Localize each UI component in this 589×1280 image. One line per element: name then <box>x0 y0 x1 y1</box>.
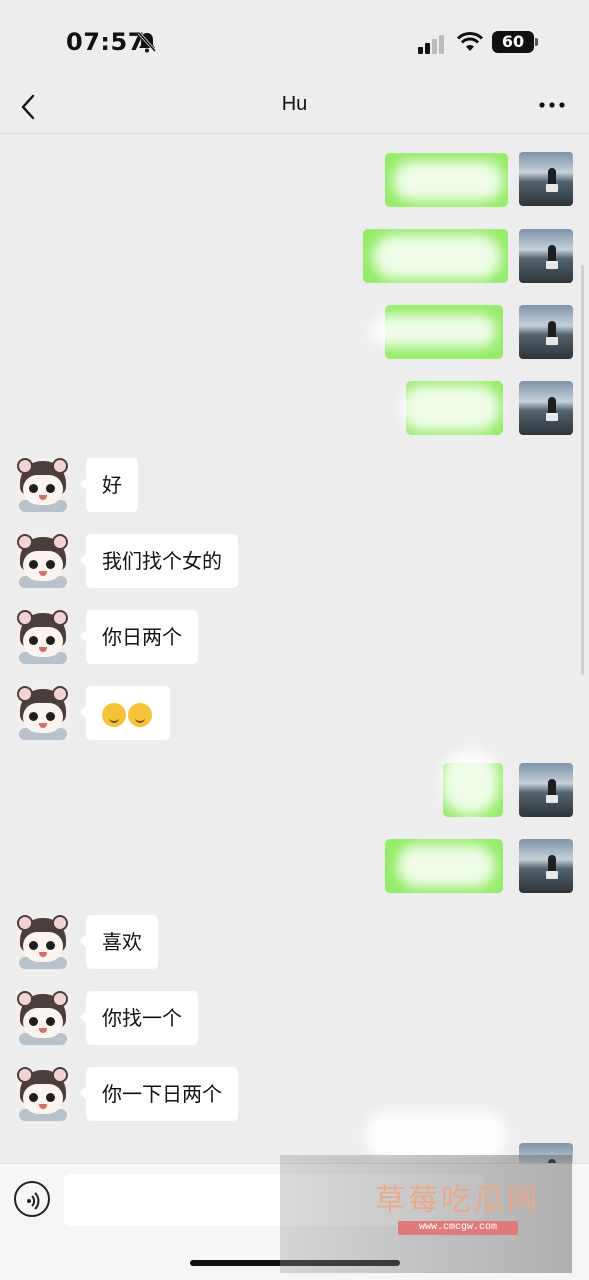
chat-title: Hu <box>281 93 308 115</box>
sent-message-bubble[interactable] <box>363 229 508 283</box>
watermark-overlay: 草莓吃瓜网 www.cmcgw.com <box>280 1155 572 1273</box>
status-bar: 07:57 60 <box>0 0 589 80</box>
received-emoji-bubble[interactable] <box>80 686 170 740</box>
cellular-signal-icon <box>418 35 444 54</box>
my-avatar[interactable] <box>519 229 573 283</box>
status-time: 07:57 <box>66 28 145 56</box>
received-message-bubble[interactable]: 你找一个 <box>80 991 198 1045</box>
sent-message-bubble[interactable] <box>371 305 503 359</box>
voice-input-button[interactable] <box>14 1181 50 1217</box>
battery-tip <box>535 38 538 46</box>
received-message-bubble[interactable]: 你一下日两个 <box>80 1067 238 1121</box>
contact-avatar[interactable] <box>15 1067 70 1121</box>
sent-message-bubble[interactable] <box>441 749 503 817</box>
contact-avatar[interactable] <box>15 991 70 1045</box>
contact-avatar[interactable] <box>15 534 70 588</box>
chat-header: Hu <box>0 80 589 134</box>
face-with-hand-over-mouth-icon <box>128 702 152 727</box>
sent-message-bubble[interactable] <box>400 381 503 435</box>
blurred-region <box>366 1111 506 1161</box>
contact-avatar[interactable] <box>15 686 70 740</box>
watermark-text: 草莓吃瓜网 <box>375 1183 540 1218</box>
message-list[interactable]: 好 我们找个女的 你日两个 喜欢 你找一个 你一下日两个 <box>0 135 589 1163</box>
face-with-hand-over-mouth-icon <box>102 702 126 727</box>
my-avatar[interactable] <box>519 152 573 206</box>
received-message-bubble[interactable]: 好 <box>80 458 138 512</box>
my-avatar[interactable] <box>519 763 573 817</box>
wifi-icon <box>456 32 484 51</box>
watermark-url: www.cmcgw.com <box>398 1221 518 1235</box>
my-avatar[interactable] <box>519 305 573 359</box>
more-options-icon[interactable] <box>538 100 566 110</box>
received-message-bubble[interactable]: 喜欢 <box>80 915 158 969</box>
scrollbar[interactable] <box>581 265 584 675</box>
bell-off-icon <box>137 32 157 53</box>
contact-avatar[interactable] <box>15 915 70 969</box>
received-message-bubble[interactable]: 你日两个 <box>80 610 198 664</box>
sent-message-bubble[interactable] <box>385 153 508 207</box>
battery-indicator: 60 <box>492 31 534 53</box>
contact-avatar[interactable] <box>15 610 70 664</box>
voice-wave-icon <box>27 1192 40 1210</box>
my-avatar[interactable] <box>519 381 573 435</box>
my-avatar[interactable] <box>519 839 573 893</box>
received-message-bubble[interactable]: 我们找个女的 <box>80 534 238 588</box>
sent-message-bubble[interactable] <box>385 839 503 893</box>
contact-avatar[interactable] <box>15 458 70 512</box>
